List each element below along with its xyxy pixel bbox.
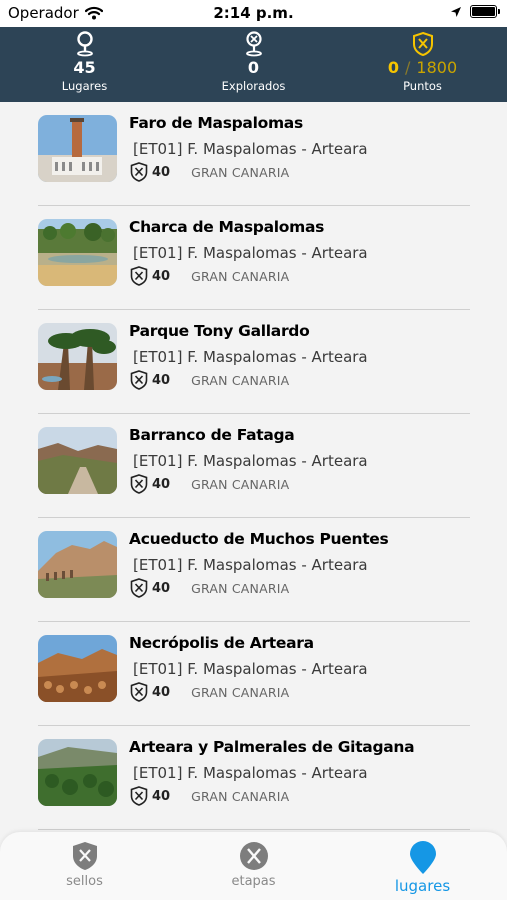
place-title: Acueducto de Muchos Puentes: [129, 530, 389, 548]
status-time: 2:14 p.m.: [213, 4, 294, 22]
places-count: 45: [73, 58, 96, 77]
place-region: GRAN CANARIA: [191, 268, 290, 284]
places-list[interactable]: Faro de Maspalomas [ET01] F. Maspalomas …: [0, 102, 507, 832]
place-stage: [ET01] F. Maspalomas - Arteara: [133, 244, 368, 262]
place-meta: 40 GRAN CANARIA: [130, 266, 289, 286]
place-title: Necrópolis de Arteara: [129, 634, 314, 652]
place-stage: [ET01] F. Maspalomas - Arteara: [133, 660, 368, 678]
shield-stamp-icon: [72, 842, 97, 870]
place-meta: 40 GRAN CANARIA: [130, 162, 289, 182]
place-thumbnail: [38, 427, 117, 494]
place-item[interactable]: Necrópolis de Arteara [ET01] F. Maspalom…: [38, 622, 470, 726]
place-item[interactable]: Charca de Maspalomas [ET01] F. Maspaloma…: [38, 206, 470, 310]
tab-lugares[interactable]: lugares: [338, 832, 507, 900]
place-item[interactable]: Acueducto de Muchos Puentes [ET01] F. Ma…: [38, 518, 470, 622]
place-title: Charca de Maspalomas: [129, 218, 325, 236]
shield-stamp-icon: [130, 578, 148, 598]
tab-etapas[interactable]: etapas: [169, 832, 338, 900]
points-label: Puntos: [403, 79, 442, 93]
place-meta: 40 GRAN CANARIA: [130, 682, 289, 702]
place-meta: 40 GRAN CANARIA: [130, 578, 289, 598]
place-points: 40: [152, 372, 171, 388]
tab-sellos-label: sellos: [66, 874, 103, 889]
status-bar: Operador 2:14 p.m.: [0, 0, 507, 27]
shield-badge-icon: [412, 31, 433, 57]
stat-points: 0 / 1800 Puntos: [338, 27, 507, 102]
tab-lugares-label: lugares: [394, 877, 451, 895]
place-item[interactable]: Parque Tony Gallardo [ET01] F. Maspaloma…: [38, 310, 470, 414]
map-pin-icon: [76, 31, 93, 57]
place-title: Faro de Maspalomas: [129, 114, 303, 132]
explored-pin-icon: [245, 31, 262, 57]
points-value: 0 / 1800: [388, 59, 457, 77]
place-points: 40: [152, 476, 171, 492]
place-title: Barranco de Fataga: [129, 426, 295, 444]
shield-stamp-icon: [130, 682, 148, 702]
place-stage: [ET01] F. Maspalomas - Arteara: [133, 556, 368, 574]
place-region: GRAN CANARIA: [191, 164, 290, 180]
place-item[interactable]: Faro de Maspalomas [ET01] F. Maspalomas …: [38, 102, 470, 206]
place-points: 40: [152, 268, 171, 284]
place-region: GRAN CANARIA: [191, 580, 290, 596]
points-current: 0: [387, 58, 400, 77]
shield-stamp-icon: [130, 162, 148, 182]
shield-stamp-icon: [130, 786, 148, 806]
place-points: 40: [152, 580, 171, 596]
tab-etapas-label: etapas: [231, 874, 276, 889]
tab-sellos[interactable]: sellos: [0, 832, 169, 900]
stat-explored: 0 Explorados: [169, 27, 338, 102]
place-region: GRAN CANARIA: [191, 788, 290, 804]
place-points: 40: [152, 684, 171, 700]
location-arrow-icon: [451, 6, 461, 17]
place-stage: [ET01] F. Maspalomas - Arteara: [133, 140, 368, 158]
explored-label: Explorados: [221, 79, 286, 93]
place-meta: 40 GRAN CANARIA: [130, 370, 289, 390]
status-right: [450, 5, 500, 18]
place-thumbnail: [38, 219, 117, 286]
place-title: Parque Tony Gallardo: [129, 322, 310, 340]
places-label: Lugares: [61, 79, 108, 93]
shield-stamp-icon: [130, 370, 148, 390]
points-separator: /: [405, 58, 411, 77]
place-thumbnail: [38, 115, 117, 182]
points-total: 1800: [416, 58, 458, 77]
stat-places: 45 Lugares: [0, 27, 169, 102]
place-stage: [ET01] F. Maspalomas - Arteara: [133, 348, 368, 366]
place-meta: 40 GRAN CANARIA: [130, 474, 289, 494]
place-thumbnail: [38, 531, 117, 598]
explored-count: 0: [247, 58, 260, 77]
place-meta: 40 GRAN CANARIA: [130, 786, 289, 806]
place-points: 40: [152, 788, 171, 804]
place-thumbnail: [38, 323, 117, 390]
shield-stamp-icon: [130, 266, 148, 286]
place-stage: [ET01] F. Maspalomas - Arteara: [133, 452, 368, 470]
place-region: GRAN CANARIA: [191, 684, 290, 700]
place-title: Arteara y Palmerales de Gitagana: [129, 738, 415, 756]
place-points: 40: [152, 164, 171, 180]
tab-bar: sellos etapas lugares: [0, 832, 507, 900]
place-thumbnail: [38, 635, 117, 702]
battery-icon: [470, 5, 500, 18]
stats-header: 45 Lugares 0 Explorados 0/1800 Puntos: [0, 27, 507, 102]
place-region: GRAN CANARIA: [191, 476, 290, 492]
shield-stamp-icon: [130, 474, 148, 494]
place-item[interactable]: Arteara y Palmerales de Gitagana [ET01] …: [38, 726, 470, 830]
hiking-poles-icon: [239, 842, 268, 870]
place-stage: [ET01] F. Maspalomas - Arteara: [133, 764, 368, 782]
place-item[interactable]: Barranco de Fataga [ET01] F. Maspalomas …: [38, 414, 470, 518]
location-pin-icon: [409, 841, 436, 874]
place-region: GRAN CANARIA: [191, 372, 290, 388]
place-thumbnail: [38, 739, 117, 806]
